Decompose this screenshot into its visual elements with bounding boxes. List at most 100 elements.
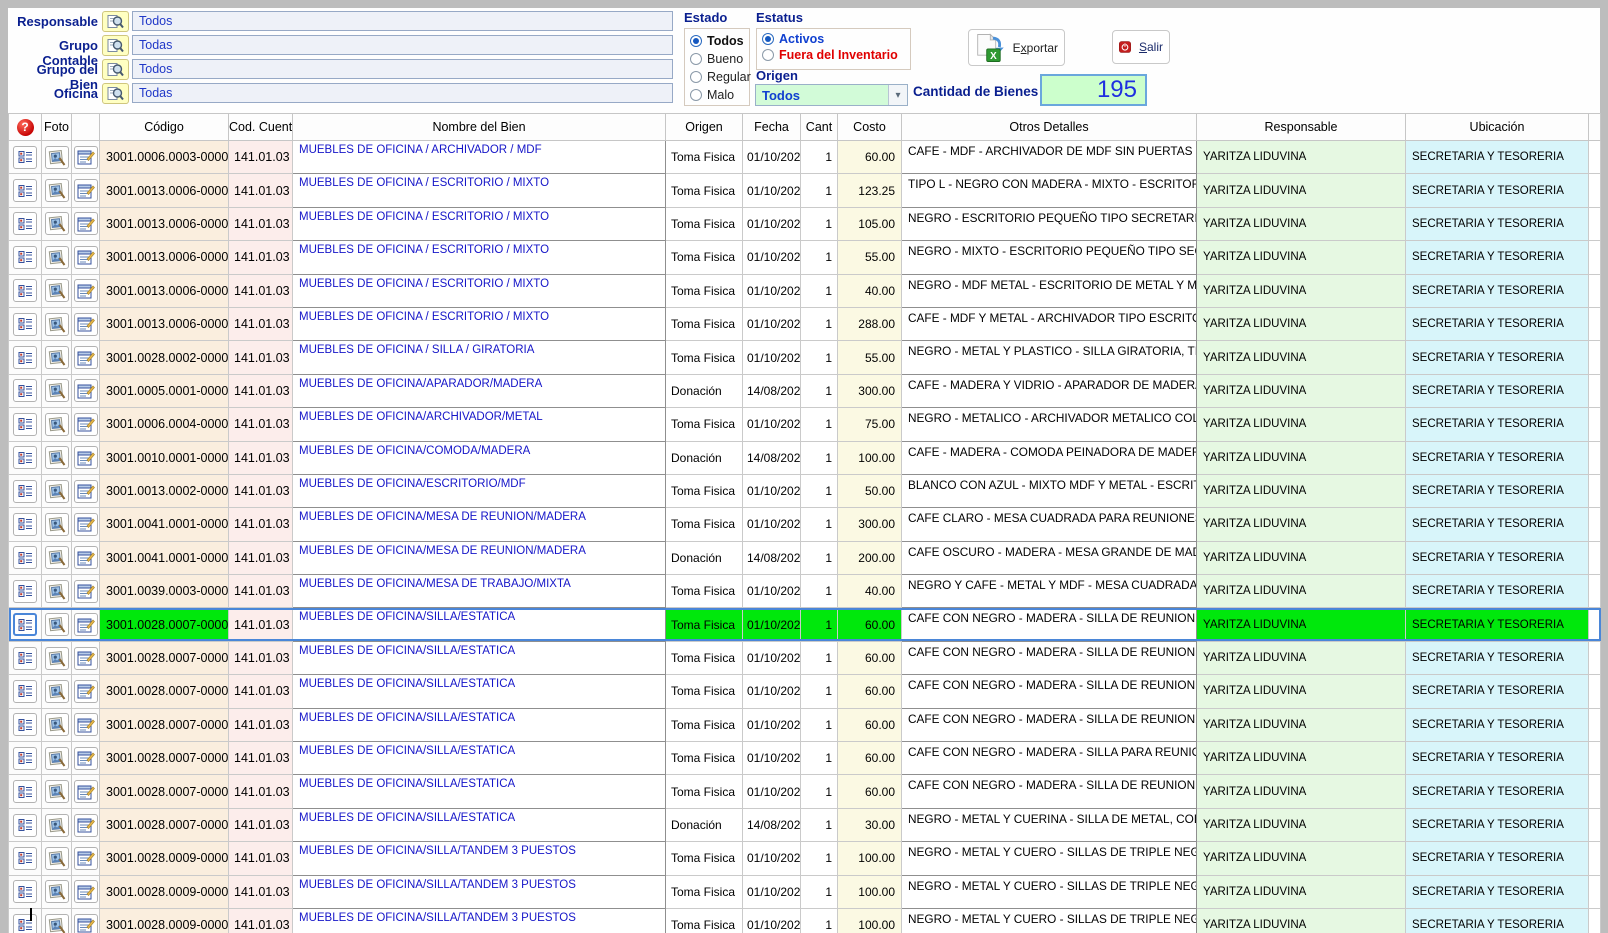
ubicacion-cell[interactable]: SECRETARIA Y TESORERIA <box>1406 141 1589 174</box>
row-photo-button[interactable] <box>45 847 69 870</box>
cant-cell[interactable]: 1 <box>801 374 838 407</box>
ubicacion-cell[interactable]: SECRETARIA Y TESORERIA <box>1406 541 1589 574</box>
cant-cell[interactable]: 1 <box>801 742 838 775</box>
codigo-cell[interactable]: 3001.0006.0004-00001 <box>100 408 229 441</box>
costo-cell[interactable]: 60.00 <box>838 775 902 808</box>
table-row[interactable]: 3001.0013.0006-00001 141.01.03 MUEBLES D… <box>9 174 1601 207</box>
fecha-cell[interactable]: 01/10/2025 <box>743 775 801 808</box>
fecha-cell[interactable]: 01/10/2025 <box>743 641 801 674</box>
codigo-cell[interactable]: 3001.0013.0006-00005 <box>100 307 229 340</box>
cod-cuenta-cell[interactable]: 141.01.03 <box>229 742 293 775</box>
responsable-cell[interactable]: YARITZA LIDUVINA <box>1197 374 1406 407</box>
row-edit-button[interactable] <box>74 179 98 202</box>
cod-cuenta-cell[interactable]: 141.01.03 <box>229 474 293 507</box>
grupo-contable-lookup-button[interactable] <box>102 35 129 56</box>
row-detail-button[interactable] <box>13 146 37 169</box>
origen-cell[interactable]: Donación <box>666 541 743 574</box>
origen-cell[interactable]: Toma Fisica <box>666 875 743 908</box>
origen-cell[interactable]: Donación <box>666 808 743 841</box>
nombre-del-bien-cell[interactable]: MUEBLES DE OFICINA/SILLA/TANDEM 3 PUESTO… <box>293 908 666 933</box>
costo-cell[interactable]: 30.00 <box>838 808 902 841</box>
origen-cell[interactable]: Toma Fisica <box>666 742 743 775</box>
nombre-del-bien-cell[interactable]: MUEBLES DE OFICINA / ESCRITORIO / MIXTO <box>293 274 666 307</box>
codigo-cell[interactable]: 3001.0005.0001-00001 <box>100 374 229 407</box>
costo-cell[interactable]: 60.00 <box>838 641 902 674</box>
fecha-cell[interactable]: 01/10/2025 <box>743 174 801 207</box>
otros-detalles-cell[interactable]: BLANCO CON AZUL - MIXTO MDF Y METAL - ES… <box>902 474 1197 507</box>
codigo-cell[interactable]: 3001.0041.0001-00001 <box>100 508 229 541</box>
row-photo-button[interactable] <box>45 413 69 436</box>
cant-cell[interactable]: 1 <box>801 641 838 674</box>
row-photo-button[interactable] <box>45 647 69 670</box>
cod-cuenta-cell[interactable]: 141.01.03 <box>229 541 293 574</box>
responsable-cell[interactable]: YARITZA LIDUVINA <box>1197 608 1406 641</box>
cod-cuenta-cell[interactable]: 141.01.03 <box>229 374 293 407</box>
costo-cell[interactable]: 60.00 <box>838 608 902 641</box>
row-edit-button[interactable] <box>74 413 98 436</box>
cant-cell[interactable]: 1 <box>801 408 838 441</box>
codigo-cell[interactable]: 3001.0013.0006-00004 <box>100 274 229 307</box>
otros-detalles-cell[interactable]: NEGRO Y CAFE - METAL Y MDF - MESA CUADRA… <box>902 575 1197 608</box>
cant-cell[interactable]: 1 <box>801 875 838 908</box>
cod-cuenta-cell[interactable]: 141.01.03 <box>229 274 293 307</box>
table-row[interactable]: 3001.0010.0001-00001 141.01.03 MUEBLES D… <box>9 441 1601 474</box>
row-photo-button[interactable] <box>45 880 69 903</box>
fecha-cell[interactable]: 01/10/2025 <box>743 742 801 775</box>
estado-radio-option[interactable]: Todos <box>690 34 749 48</box>
row-detail-button[interactable] <box>13 546 37 569</box>
otros-detalles-cell[interactable]: CAFE CON NEGRO - MADERA - SILLA DE REUNI… <box>902 641 1197 674</box>
costo-cell[interactable]: 50.00 <box>838 474 902 507</box>
costo-cell[interactable]: 40.00 <box>838 274 902 307</box>
table-row[interactable]: 3001.0028.0009-00001 141.01.03 MUEBLES D… <box>9 842 1601 875</box>
codigo-cell[interactable]: 3001.0028.0007-00007 <box>100 808 229 841</box>
otros-detalles-cell[interactable]: NEGRO - METAL Y CUERO - SILLAS DE TRIPLE… <box>902 842 1197 875</box>
row-detail-button[interactable] <box>13 446 37 469</box>
row-photo-button[interactable] <box>45 313 69 336</box>
row-photo-button[interactable] <box>45 780 69 803</box>
nombre-del-bien-cell[interactable]: MUEBLES DE OFICINA/ESCRITORIO/MDF <box>293 474 666 507</box>
row-photo-button[interactable] <box>45 346 69 369</box>
row-edit-button[interactable] <box>74 880 98 903</box>
origen-cell[interactable]: Toma Fisica <box>666 141 743 174</box>
nombre-del-bien-cell[interactable]: MUEBLES DE OFICINA/SILLA/ESTATICA <box>293 708 666 741</box>
row-photo-button[interactable] <box>45 713 69 736</box>
origen-cell[interactable]: Toma Fisica <box>666 274 743 307</box>
row-edit-button[interactable] <box>74 446 98 469</box>
row-detail-button[interactable] <box>13 346 37 369</box>
row-detail-button[interactable] <box>13 313 37 336</box>
cod-cuenta-cell[interactable]: 141.01.03 <box>229 307 293 340</box>
row-photo-button[interactable] <box>45 179 69 202</box>
row-detail-button[interactable] <box>13 179 37 202</box>
codigo-cell[interactable]: 3001.0028.0007-00004 <box>100 708 229 741</box>
row-photo-button[interactable] <box>45 546 69 569</box>
oficina-lookup-button[interactable] <box>102 83 129 104</box>
codigo-cell[interactable]: 3001.0013.0006-00001 <box>100 174 229 207</box>
costo-cell[interactable]: 200.00 <box>838 541 902 574</box>
row-photo-button[interactable] <box>45 212 69 235</box>
responsable-cell[interactable]: YARITZA LIDUVINA <box>1197 908 1406 933</box>
row-edit-button[interactable] <box>74 914 98 933</box>
row-photo-button[interactable] <box>45 513 69 536</box>
table-row[interactable]: 3001.0005.0001-00001 141.01.03 MUEBLES D… <box>9 374 1601 407</box>
responsable-cell[interactable]: YARITZA LIDUVINA <box>1197 274 1406 307</box>
otros-detalles-cell[interactable]: NEGRO - METAL Y CUERO - SILLAS DE TRIPLE… <box>902 908 1197 933</box>
cod-cuenta-cell[interactable]: 141.01.03 <box>229 241 293 274</box>
origen-cell[interactable]: Toma Fisica <box>666 708 743 741</box>
fecha-cell[interactable]: 01/10/2025 <box>743 241 801 274</box>
otros-detalles-cell[interactable]: CAFE CON NEGRO - MADERA - SILLA PARA REU… <box>902 742 1197 775</box>
nombre-del-bien-cell[interactable]: MUEBLES DE OFICINA/MESA DE REUNION/MADER… <box>293 541 666 574</box>
cod-cuenta-cell[interactable]: 141.01.03 <box>229 842 293 875</box>
cant-cell[interactable]: 1 <box>801 241 838 274</box>
nombre-del-bien-cell[interactable]: MUEBLES DE OFICINA/ARCHIVADOR/METAL <box>293 408 666 441</box>
otros-detalles-cell[interactable]: NEGRO - ESCRITORIO PEQUEÑO TIPO SECRETAR… <box>902 207 1197 240</box>
origen-cell[interactable]: Donación <box>666 441 743 474</box>
table-row[interactable]: 3001.0028.0007-00005 141.01.03 MUEBLES D… <box>9 742 1601 775</box>
responsable-cell[interactable]: YARITZA LIDUVINA <box>1197 541 1406 574</box>
responsable-cell[interactable]: YARITZA LIDUVINA <box>1197 742 1406 775</box>
cod-cuenta-cell[interactable]: 141.01.03 <box>229 808 293 841</box>
fecha-cell[interactable]: 01/10/2025 <box>743 908 801 933</box>
estado-radio-option[interactable]: Malo <box>690 88 749 102</box>
origen-cell[interactable]: Toma Fisica <box>666 341 743 374</box>
fecha-cell[interactable]: 01/10/2025 <box>743 875 801 908</box>
costo-cell[interactable]: 105.00 <box>838 207 902 240</box>
